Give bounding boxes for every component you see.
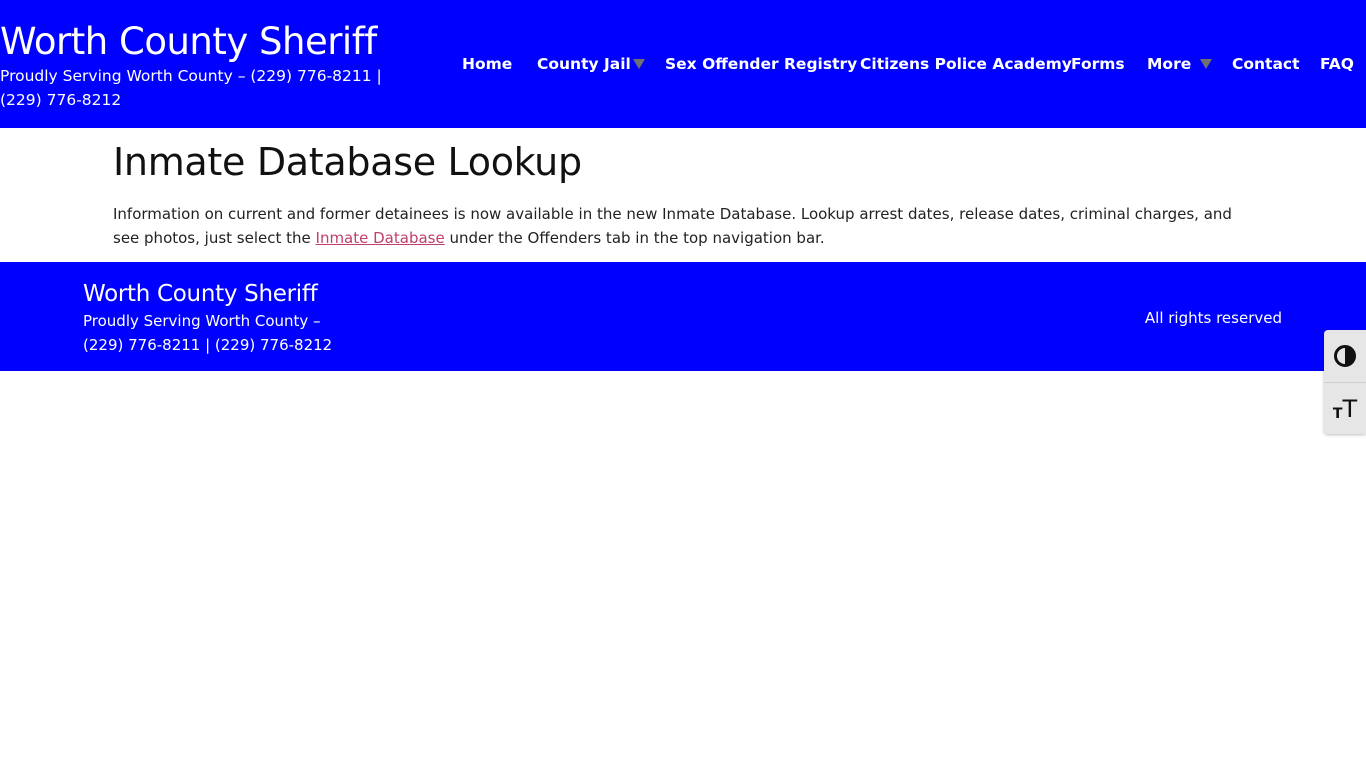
main-content: Inmate Database Lookup Information on cu… (113, 138, 1253, 250)
footer-tagline-line1: Proudly Serving Worth County – (83, 312, 321, 330)
site-tagline: Proudly Serving Worth County – (229) 776… (0, 67, 382, 109)
footer-copyright: All rights reserved (1144, 309, 1282, 327)
footer-site-title[interactable]: Worth County Sheriff (83, 279, 343, 309)
inmate-database-link[interactable]: Inmate Database (316, 229, 445, 247)
intro-paragraph: Information on current and former detain… (113, 202, 1253, 250)
nav-item-sex-offender-registry[interactable]: Sex Offender Registry (665, 52, 857, 76)
nav-item-faq[interactable]: FAQ (1320, 52, 1354, 76)
nav-item-citizens-police-academy[interactable]: Citizens Police Academy (860, 52, 1072, 76)
chevron-down-icon[interactable] (1200, 59, 1212, 69)
site-header: Worth County Sheriff Proudly Serving Wor… (0, 0, 1366, 128)
font-size-icon: TT (1332, 394, 1358, 423)
contrast-icon (1334, 345, 1356, 367)
nav-item-forms[interactable]: Forms (1071, 52, 1125, 76)
intro-text-after: under the Offenders tab in the top navig… (444, 229, 825, 247)
nav-item-county-jail[interactable]: County Jail (537, 52, 631, 76)
nav-item-home[interactable]: Home (462, 52, 512, 76)
chevron-down-icon[interactable] (633, 59, 645, 69)
high-contrast-button[interactable] (1324, 330, 1366, 382)
footer-tagline-line2: (229) 776-8211 | (229) 776-8212 (83, 336, 333, 354)
font-size-button[interactable]: TT (1324, 382, 1366, 434)
accessibility-toolbar: TT (1324, 330, 1366, 434)
nav-item-contact[interactable]: Contact (1232, 52, 1300, 76)
page-title: Inmate Database Lookup (113, 140, 582, 184)
site-title[interactable]: Worth County Sheriff (0, 18, 400, 66)
nav-item-more[interactable]: More (1147, 52, 1191, 76)
site-footer: Worth County Sheriff Proudly Serving Wor… (0, 262, 1366, 371)
footer-branding: Worth County Sheriff Proudly Serving Wor… (83, 279, 343, 357)
site-branding: Worth County Sheriff Proudly Serving Wor… (0, 18, 400, 112)
